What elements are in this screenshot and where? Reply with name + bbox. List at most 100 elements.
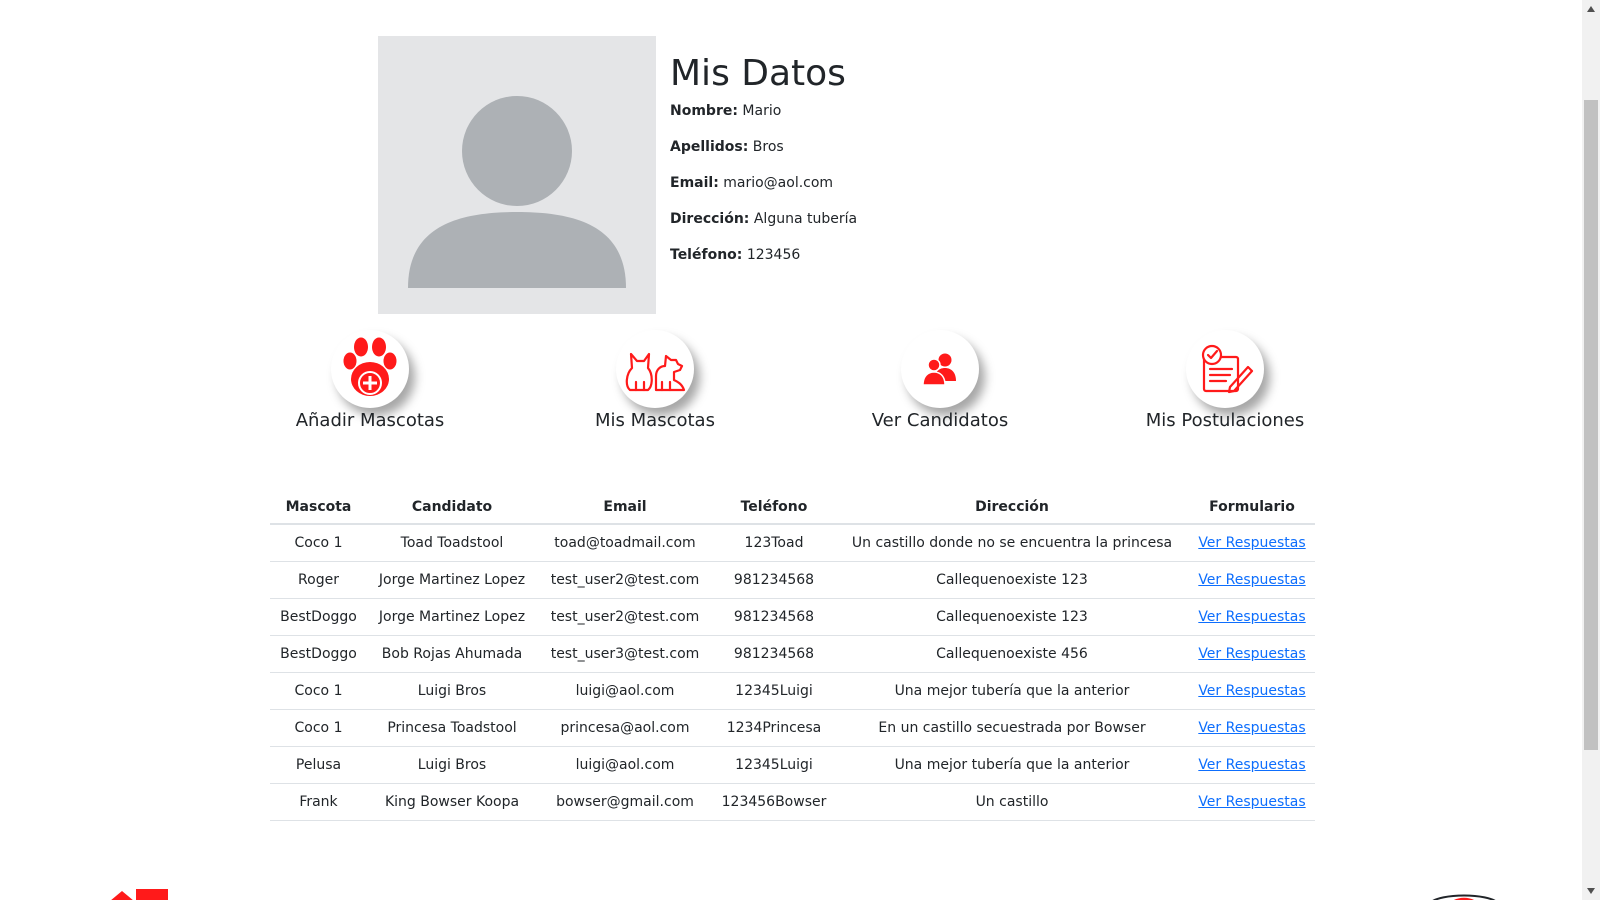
logo-icon	[111, 889, 168, 900]
column-header-telefono: Teléfono	[713, 490, 835, 525]
table-row: Coco 1 Luigi Bros luigi@aol.com 12345Luigi U…	[270, 672, 1315, 710]
candidates-table-container: Mascota Candidato Email Teléfono Direcci…	[270, 490, 1315, 821]
view-answers-link[interactable]: Ver Respuestas	[1198, 572, 1305, 588]
cell-email: test_user2@test.com	[537, 561, 713, 599]
table-row: Coco 1 Princesa Toadstool princesa@aol.com…	[270, 709, 1315, 747]
table-row: Pelusa Luigi Bros luigi@aol.com 12345Luigi U…	[270, 746, 1315, 784]
action-circle[interactable]	[1186, 330, 1264, 408]
action-label: Mis Mascotas	[595, 410, 715, 431]
cell-candidato: Princesa Toadstool	[367, 709, 537, 747]
cell-telefono: 123456Bowser	[713, 783, 835, 821]
cell-candidato: Toad Toadstool	[367, 524, 537, 562]
cell-mascota: Roger	[270, 561, 367, 599]
cell-direccion: Callequenoexiste 456	[835, 635, 1189, 673]
view-answers-link[interactable]: Ver Respuestas	[1198, 757, 1305, 773]
cell-mascota: BestDoggo	[270, 598, 367, 636]
cell-direccion: Un castillo donde no se encuentra la pri…	[835, 524, 1189, 562]
column-header-direccion: Dirección	[835, 490, 1189, 525]
paw-plus-icon	[343, 337, 397, 396]
cell-email: bowser@gmail.com	[537, 783, 713, 821]
field-value: mario@aol.com	[723, 175, 834, 191]
view-candidates-button[interactable]: Ver Candidatos	[840, 330, 1040, 431]
view-answers-link[interactable]: Ver Respuestas	[1198, 720, 1305, 736]
add-pets-button[interactable]: Añadir Mascotas	[270, 330, 470, 431]
profile-field-direccion: Dirección: Alguna tubería	[670, 210, 857, 246]
footer-logo-right	[1428, 888, 1500, 900]
cell-candidato: Luigi Bros	[367, 746, 537, 784]
vertical-scrollbar[interactable]	[1582, 0, 1600, 900]
cell-email: luigi@aol.com	[537, 746, 713, 784]
view-answers-link[interactable]: Ver Respuestas	[1198, 535, 1305, 551]
cell-telefono: 981234568	[713, 561, 835, 599]
field-label: Email:	[670, 175, 719, 191]
cell-email: test_user3@test.com	[537, 635, 713, 673]
action-label: Añadir Mascotas	[295, 410, 445, 431]
column-header-formulario: Formulario	[1189, 490, 1315, 525]
field-value: Bros	[752, 139, 784, 155]
cell-telefono: 1234Princesa	[713, 709, 835, 747]
field-label: Teléfono:	[670, 247, 743, 263]
cell-candidato: Luigi Bros	[367, 672, 537, 710]
header-row: Mascota Candidato Email Teléfono Direcci…	[270, 490, 1315, 525]
scroll-down-arrow-icon[interactable]	[1582, 882, 1600, 900]
view-answers-link[interactable]: Ver Respuestas	[1198, 646, 1305, 662]
cell-telefono: 123Toad	[713, 524, 835, 562]
cell-mascota: Frank	[270, 783, 367, 821]
action-circle[interactable]	[901, 330, 979, 408]
cell-direccion: En un castillo secuestrada por Bowser	[835, 709, 1189, 747]
field-value: Alguna tubería	[753, 211, 858, 227]
cell-candidato: King Bowser Koopa	[367, 783, 537, 821]
cell-mascota: Coco 1	[270, 672, 367, 710]
view-answers-link[interactable]: Ver Respuestas	[1198, 683, 1305, 699]
cell-email: luigi@aol.com	[537, 672, 713, 710]
page: Mis Datos Nombre: Mario Apellidos: Bros …	[0, 0, 1582, 900]
column-header-email: Email	[537, 490, 713, 525]
cell-email: princesa@aol.com	[537, 709, 713, 747]
cell-formulario: Ver Respuestas	[1189, 561, 1315, 599]
user-placeholder-icon	[408, 96, 626, 288]
cell-formulario: Ver Respuestas	[1189, 709, 1315, 747]
action-label: Mis Postulaciones	[1145, 410, 1305, 431]
cell-direccion: Una mejor tubería que la anterior	[835, 672, 1189, 710]
table-row: BestDoggo Bob Rojas Ahumada test_user3@tes…	[270, 635, 1315, 673]
table-row: Roger Jorge Martinez Lopez test_user2@test…	[270, 561, 1315, 599]
cell-mascota: Coco 1	[270, 524, 367, 562]
cell-mascota: Coco 1	[270, 709, 367, 747]
cell-mascota: Pelusa	[270, 746, 367, 784]
scroll-up-arrow-icon[interactable]	[1582, 0, 1600, 18]
my-pets-button[interactable]: Mis Mascotas	[555, 330, 755, 431]
action-label: Ver Candidatos	[871, 410, 1009, 431]
cell-telefono: 981234568	[713, 598, 835, 636]
cell-direccion: Callequenoexiste 123	[835, 561, 1189, 599]
field-value: 123456	[746, 247, 801, 263]
profile-field-apellidos: Apellidos: Bros	[670, 138, 857, 174]
cell-email: test_user2@test.com	[537, 598, 713, 636]
field-label: Nombre:	[670, 103, 738, 119]
footer-logo-left	[110, 886, 170, 900]
field-label: Dirección:	[670, 211, 750, 227]
action-circle[interactable]	[616, 330, 694, 408]
table-row: Coco 1 Toad Toadstool toad@toadmail.com 123…	[270, 524, 1315, 562]
column-header-mascota: Mascota	[270, 490, 367, 525]
cell-telefono: 12345Luigi	[713, 746, 835, 784]
column-header-candidato: Candidato	[367, 490, 537, 525]
field-value: Mario	[742, 103, 782, 119]
table-body: Coco 1 Toad Toadstool toad@toadmail.com 123…	[270, 524, 1315, 821]
view-answers-link[interactable]: Ver Respuestas	[1198, 609, 1305, 625]
candidates-table: Mascota Candidato Email Teléfono Direcci…	[270, 490, 1315, 821]
cell-telefono: 981234568	[713, 635, 835, 673]
view-answers-link[interactable]: Ver Respuestas	[1198, 794, 1305, 810]
profile-field-telefono: Teléfono: 123456	[670, 246, 857, 282]
action-circle[interactable]	[331, 330, 409, 408]
profile-field-email: Email: mario@aol.com	[670, 174, 857, 210]
checklist-pen-icon	[1201, 344, 1254, 394]
cell-formulario: Ver Respuestas	[1189, 783, 1315, 821]
cell-direccion: Un castillo	[835, 783, 1189, 821]
logo-icon	[1432, 894, 1496, 900]
profile-section: Mis Datos Nombre: Mario Apellidos: Bros …	[670, 50, 857, 282]
cell-formulario: Ver Respuestas	[1189, 635, 1315, 673]
cell-candidato: Jorge Martinez Lopez	[367, 598, 537, 636]
my-applications-button[interactable]: Mis Postulaciones	[1125, 330, 1325, 431]
cell-formulario: Ver Respuestas	[1189, 598, 1315, 636]
scrollbar-thumb[interactable]	[1584, 100, 1598, 750]
